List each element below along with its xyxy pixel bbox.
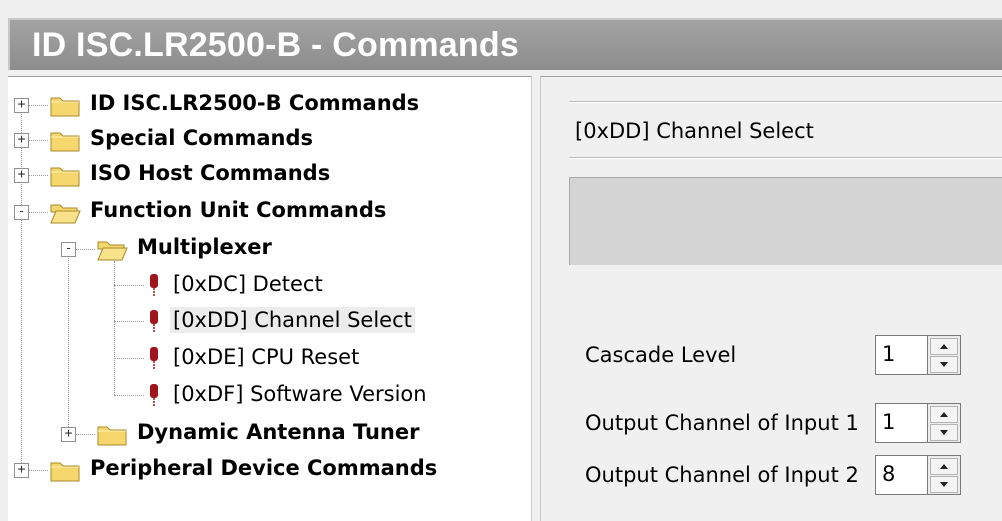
- spin-down-icon[interactable]: [930, 356, 958, 373]
- tree-item-detect[interactable]: [0xDC] Detect: [170, 271, 326, 297]
- cascade-level-input[interactable]: 1: [875, 335, 927, 375]
- folder-open-icon: [50, 204, 81, 224]
- tree-connector-line: [114, 285, 144, 286]
- command-detail-panel: [0xDD] Channel Select Cascade Level 1 Ou…: [540, 76, 1002, 521]
- tree-item-peripheral-device-commands[interactable]: Peripheral Device Commands: [90, 456, 437, 480]
- tree-connector-line: [114, 321, 144, 322]
- command-icon: [150, 274, 158, 296]
- output-channel-input-2-stepper: 8: [875, 455, 965, 495]
- tree-item-channel-select[interactable]: [0xDD] Channel Select: [170, 307, 415, 333]
- separator: [569, 157, 1002, 159]
- tree-item-software-version[interactable]: [0xDF] Software Version: [170, 381, 430, 407]
- expand-toggle[interactable]: +: [14, 133, 29, 148]
- spin-up-icon[interactable]: [930, 338, 958, 355]
- tree-item-special-commands[interactable]: Special Commands: [90, 126, 313, 150]
- spin-down-icon[interactable]: [930, 476, 958, 493]
- expand-toggle[interactable]: +: [14, 98, 29, 113]
- output-channel-input-1-stepper: 1: [875, 403, 965, 443]
- tree-connector-line: [114, 395, 144, 396]
- cascade-level-label: Cascade Level: [585, 343, 737, 367]
- folder-icon: [50, 167, 80, 187]
- tree-connector-line: [21, 105, 22, 471]
- stepper-buttons: [927, 403, 961, 443]
- folder-icon: [50, 132, 80, 152]
- tree-item-cpu-reset[interactable]: [0xDE] CPU Reset: [170, 344, 362, 370]
- collapse-toggle[interactable]: -: [61, 242, 76, 257]
- tree-item-dynamic-antenna-tuner[interactable]: Dynamic Antenna Tuner: [137, 420, 419, 444]
- spin-up-icon[interactable]: [930, 458, 958, 475]
- tree-connector-line: [114, 261, 115, 395]
- cascade-level-stepper: 1: [875, 335, 965, 375]
- tree-connector-line: [75, 434, 95, 435]
- command-tree: + ID ISC.LR2500-B Commands + Special Com…: [8, 76, 532, 521]
- tree-connector-line: [68, 251, 69, 435]
- separator: [569, 101, 1002, 103]
- expand-toggle[interactable]: +: [14, 463, 29, 478]
- tree-connector-line: [75, 249, 95, 250]
- tree-connector-line: [28, 175, 48, 176]
- folder-icon: [97, 426, 127, 446]
- output-channel-input-1-label: Output Channel of Input 1: [585, 411, 859, 435]
- folder-icon: [50, 97, 80, 117]
- output-channel-input-1-field[interactable]: 1: [875, 403, 927, 443]
- tree-item-id-isc-commands[interactable]: ID ISC.LR2500-B Commands: [90, 91, 419, 115]
- command-icon: [150, 310, 158, 332]
- stepper-buttons: [927, 335, 961, 375]
- expand-toggle[interactable]: +: [14, 168, 29, 183]
- tree-connector-line: [114, 358, 144, 359]
- tree-item-iso-host-commands[interactable]: ISO Host Commands: [90, 161, 330, 185]
- window-title-bar: ID ISC.LR2500-B - Commands: [8, 18, 1002, 70]
- tree-connector-line: [28, 105, 48, 106]
- output-channel-input-2-field[interactable]: 8: [875, 455, 927, 495]
- tree-connector-line: [28, 470, 48, 471]
- window-title: ID ISC.LR2500-B - Commands: [32, 26, 519, 64]
- tree-item-function-unit-commands[interactable]: Function Unit Commands: [90, 198, 386, 222]
- command-icon: [150, 384, 158, 406]
- folder-open-icon: [97, 241, 128, 261]
- output-channel-input-2-label: Output Channel of Input 2: [585, 463, 859, 487]
- expand-toggle[interactable]: +: [61, 427, 76, 442]
- collapse-toggle[interactable]: -: [14, 205, 29, 220]
- tree-item-multiplexer[interactable]: Multiplexer: [137, 235, 272, 259]
- tree-connector-line: [28, 212, 48, 213]
- folder-icon: [50, 462, 80, 482]
- command-response-area: [569, 177, 1002, 265]
- command-icon: [150, 347, 158, 369]
- command-title: [0xDD] Channel Select: [575, 119, 814, 143]
- tree-connector-line: [28, 140, 48, 141]
- stepper-buttons: [927, 455, 961, 495]
- spin-up-icon[interactable]: [930, 406, 958, 423]
- spin-down-icon[interactable]: [930, 424, 958, 441]
